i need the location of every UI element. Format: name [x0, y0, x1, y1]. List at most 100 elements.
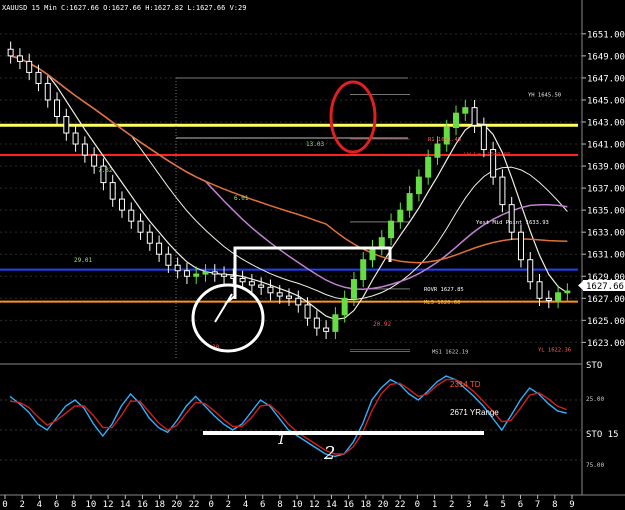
candle-body [211, 271, 218, 275]
time-tick-label: 8 [277, 500, 282, 510]
time-tick-label: 20 [171, 500, 182, 510]
candle-body [63, 115, 70, 134]
candle-body [81, 143, 88, 156]
candle-body [508, 204, 515, 233]
candle-body [248, 281, 255, 286]
time-tick-label: 6 [518, 500, 523, 510]
candle-body [72, 132, 79, 145]
candle-body [44, 82, 51, 101]
candle-body [91, 154, 98, 167]
sto-level-mid: STO 15 [586, 430, 619, 440]
candle-body [388, 220, 395, 239]
time-tick-label: 14 [326, 500, 337, 510]
candle-body [499, 176, 506, 206]
time-tick-label: 12 [103, 500, 114, 510]
candle-body [276, 292, 283, 297]
handwritten-1: 1 [277, 432, 286, 448]
time-tick-label: 10 [292, 500, 303, 510]
current-price-label: 1627.66 [586, 282, 624, 292]
move-label: 29.01 [74, 257, 92, 264]
candle-body [323, 327, 330, 332]
time-tick-label: 1 [432, 500, 437, 510]
time-tick-label: 0 [2, 500, 7, 510]
time-tick-label: 3 [466, 500, 471, 510]
price-tick-label: 1633.00 [587, 229, 625, 239]
level-label: R1 1641.45 [428, 137, 461, 143]
time-tick-label: 9 [569, 500, 574, 510]
candle-body [174, 264, 181, 272]
candle-body [165, 253, 172, 266]
price-tick-label: 1631.00 [587, 251, 625, 261]
price-tick-label: 1627.00 [587, 295, 625, 305]
move-label: 7.32 [98, 167, 113, 174]
time-tick-label: 10 [85, 500, 96, 510]
move-label: 20.92 [373, 321, 391, 328]
time-tick-label: 5 [501, 500, 506, 510]
candle-body [434, 143, 441, 158]
price-tick-label: 1647.00 [587, 74, 625, 84]
candle-body [118, 198, 125, 211]
candle-body [156, 242, 163, 255]
candle-body [471, 107, 478, 126]
current-price-tag: 1627.66 [578, 280, 625, 292]
candle-body [480, 124, 487, 151]
candle-body [341, 297, 348, 316]
candle-body [517, 231, 524, 261]
price-axis[interactable]: 1651.00 1649.00 1647.00 1645.00 1643.00 1641.… [582, 30, 625, 349]
time-tick-label: 18 [360, 500, 371, 510]
candle-body [193, 273, 200, 277]
time-tick-label: 16 [137, 500, 148, 510]
level-label: ROVR 1627.85 [424, 287, 464, 293]
candle-body [146, 231, 153, 244]
time-tick-label: 6 [260, 500, 265, 510]
level-label: YH 1645.50 [528, 92, 561, 98]
candle-body [332, 314, 339, 332]
time-tick-label: 8 [552, 500, 557, 510]
level-label: Yest Mid Point 1633.93 [476, 220, 549, 226]
candle-body [527, 259, 534, 283]
time-tick-label: 0 [415, 500, 420, 510]
candle-body [536, 281, 543, 299]
price-tick-label: 1651.00 [587, 30, 625, 40]
candle-body [221, 273, 228, 277]
candle-body [295, 297, 302, 306]
time-tick-label: 12 [309, 500, 320, 510]
time-tick-label: 4 [243, 500, 248, 510]
yrange-annotation: 2671 YRange [450, 408, 499, 417]
level-label: MS1 1622.19 [432, 349, 468, 355]
candle-body [360, 259, 367, 281]
handwritten-2: 2 [323, 443, 335, 464]
candle-body [202, 271, 209, 275]
time-tick-label: 14 [120, 500, 131, 510]
candle-body [453, 112, 460, 128]
candle-body [378, 237, 385, 249]
candle-body [564, 290, 571, 294]
time-tick-label: 8 [71, 500, 76, 510]
candle-body [35, 71, 42, 84]
time-tick-label: 2 [226, 500, 231, 510]
candle-body [555, 292, 562, 301]
candle-body [16, 55, 23, 62]
trading-chart[interactable]: XAUUSD 15 Min C:1627.66 O:1627.66 H:1627… [0, 0, 625, 510]
time-tick-label: 0 [208, 500, 213, 510]
candle-body [258, 284, 265, 288]
time-tick-label: 6 [54, 500, 59, 510]
time-tick-label: 18 [154, 500, 165, 510]
time-tick-label: 2 [19, 500, 24, 510]
candle-body [304, 304, 311, 319]
sto-title: STO [586, 361, 602, 371]
candle-body [313, 317, 320, 329]
candle-body [137, 220, 144, 233]
candle-body [54, 99, 61, 117]
candle-body [286, 295, 292, 299]
candle-body [545, 297, 552, 301]
candle-body [267, 286, 274, 294]
level-label: ML3 1626.66 [424, 300, 460, 306]
time-tick-label: 4 [483, 500, 488, 510]
time-tick-label: 16 [343, 500, 354, 510]
price-tick-label: 1639.00 [587, 163, 625, 173]
candle-body [397, 209, 404, 222]
price-tick-label: 1641.00 [587, 141, 625, 151]
move-label: 6.01 [234, 195, 249, 202]
candle-body [462, 107, 469, 114]
